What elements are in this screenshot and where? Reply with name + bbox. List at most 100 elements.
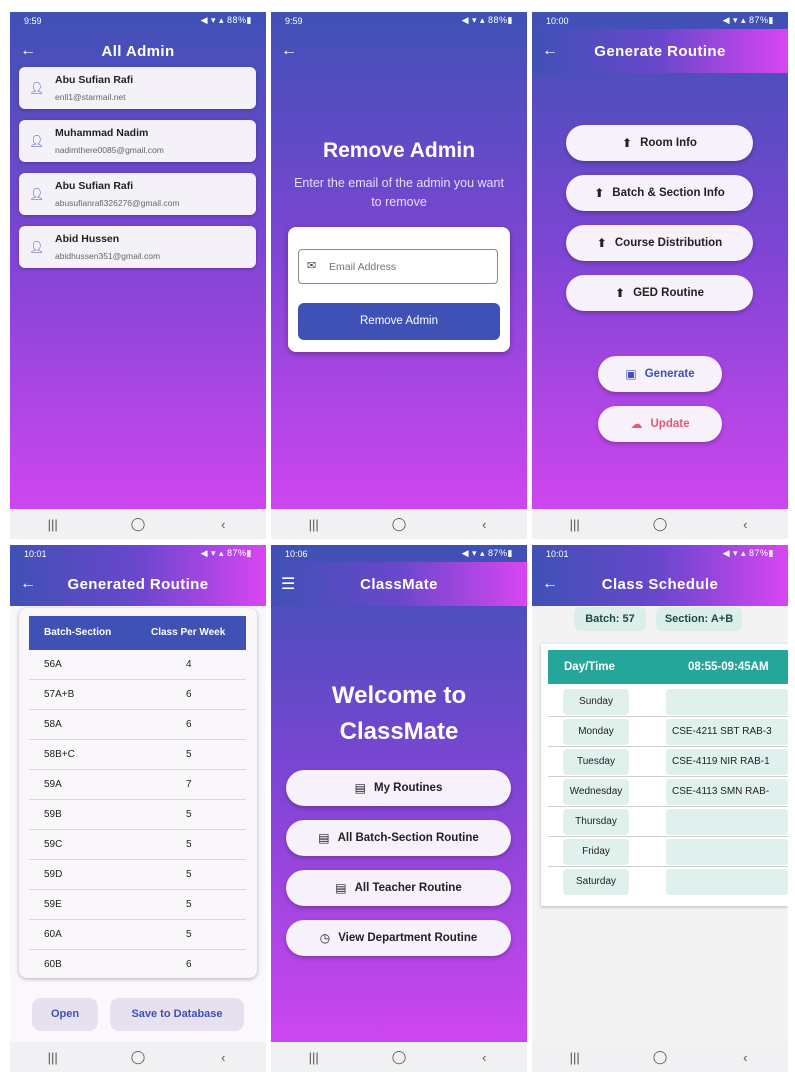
- schedule-row: Sunday: [548, 687, 788, 717]
- person-icon: 👤︎: [29, 134, 45, 148]
- class-slot[interactable]: [666, 839, 788, 865]
- status-bar: 10:06 ◀ ▾ ▴ 87%▮: [271, 545, 527, 562]
- upload-icon: ⬆: [594, 186, 605, 200]
- menu-icon[interactable]: ☰: [281, 574, 295, 594]
- cell-batch-section: 58A: [44, 719, 62, 730]
- cell-batch-section: 59E: [44, 899, 62, 910]
- admin-name: Abu Sufian Rafi: [55, 180, 134, 192]
- status-bar: 10:00 ◀ ▾ ▴ 87%▮: [532, 12, 788, 29]
- remove-admin-card: ✉ Remove Admin: [288, 227, 510, 352]
- cell-class-per-week: 7: [186, 779, 192, 790]
- list-icon: ▤: [318, 831, 330, 845]
- button-label: All Teacher Routine: [354, 882, 462, 894]
- admin-name: Muhammad Nadim: [55, 127, 149, 139]
- page-title: Generate Routine: [594, 42, 726, 60]
- page-title: ClassMate: [360, 575, 438, 593]
- back-arrow-icon[interactable]: ←: [20, 575, 36, 593]
- home-button[interactable]: ◯: [379, 1049, 419, 1065]
- status-time: 9:59: [285, 15, 303, 26]
- home-button[interactable]: ◯: [379, 516, 419, 532]
- cell-batch-section: 59C: [44, 839, 63, 850]
- status-bar: 10:01 ◀ ▾ ▴ 87%▮: [532, 545, 788, 562]
- ged-routine-upload-button[interactable]: ⬆ GED Routine: [566, 275, 753, 311]
- home-button[interactable]: ◯: [118, 516, 158, 532]
- table-header: Batch-Section Class Per Week: [29, 616, 246, 650]
- page-title: Generated Routine: [67, 575, 209, 593]
- class-slot[interactable]: CSE-4113 SMN RAB-: [666, 779, 788, 805]
- page-title: Class Schedule: [601, 575, 719, 593]
- person-icon: 👤︎: [29, 240, 45, 254]
- admin-email: abidhussen351@gmail.com: [55, 251, 161, 261]
- save-to-database-button[interactable]: Save to Database: [110, 998, 244, 1031]
- admin-list-item[interactable]: 👤︎ Abu Sufian Rafi abusufianrafi326276@g…: [19, 173, 256, 215]
- screen-generated-routine: 10:01 ◀ ▾ ▴ 87%▮ ← Generated Routine Bat…: [10, 545, 266, 1072]
- system-nav-bar: ||| ◯ ‹: [532, 1042, 788, 1072]
- all-teacher-routine-button[interactable]: ▤ All Teacher Routine: [286, 870, 511, 906]
- update-button[interactable]: ☁ Update: [598, 406, 722, 442]
- batch-section-upload-button[interactable]: ⬆ Batch & Section Info: [566, 175, 753, 211]
- app-bar: ☰ ClassMate: [271, 562, 527, 606]
- class-slot[interactable]: [666, 689, 788, 715]
- recents-button[interactable]: |||: [555, 517, 595, 532]
- course-distribution-upload-button[interactable]: ⬆ Course Distribution: [566, 225, 753, 261]
- email-input[interactable]: [327, 256, 491, 278]
- admin-email: abusufianrafi326276@gmail.com: [55, 198, 180, 208]
- back-arrow-icon[interactable]: ←: [20, 42, 36, 60]
- class-slot[interactable]: [666, 809, 788, 835]
- app-bar: ←: [271, 29, 527, 73]
- home-button[interactable]: ◯: [118, 1049, 158, 1065]
- screen-generate-routine: 10:00 ◀ ▾ ▴ 87%▮ ← Generate Routine ⬆ Roo…: [532, 12, 788, 539]
- table-row: 59B 5: [29, 800, 246, 830]
- back-button[interactable]: ‹: [203, 1050, 243, 1065]
- welcome-line-2: ClassMate: [339, 718, 459, 745]
- table-row: 57A+B 6: [29, 680, 246, 710]
- section-chip: Section: A+B: [656, 607, 742, 631]
- admin-list-item[interactable]: 👤︎ Abu Sufian Rafi enll1@starmail.net: [19, 67, 256, 109]
- app-bar: ← Class Schedule: [532, 562, 788, 606]
- home-button[interactable]: ◯: [640, 1049, 680, 1065]
- admin-list-item[interactable]: 👤︎ Muhammad Nadim nadimthere0085@gmail.c…: [19, 120, 256, 162]
- day-label: Thursday: [563, 809, 629, 835]
- status-icons: ◀ ▾ ▴ 87%▮: [461, 548, 513, 558]
- upload-icon: ⬆: [622, 136, 633, 150]
- back-button[interactable]: ‹: [725, 517, 765, 532]
- admin-list-item[interactable]: 👤︎ Abid Hussen abidhussen351@gmail.com: [19, 226, 256, 268]
- my-routines-button[interactable]: ▤ My Routines: [286, 770, 511, 806]
- remove-admin-heading: Remove Admin: [322, 139, 476, 162]
- admin-name: Abu Sufian Rafi: [55, 74, 134, 86]
- cell-batch-section: 57A+B: [44, 689, 75, 700]
- recents-button[interactable]: |||: [33, 1050, 73, 1065]
- cell-class-per-week: 5: [186, 749, 192, 760]
- status-icons: ◀ ▾ ▴ 87%▮: [722, 548, 774, 558]
- class-slot[interactable]: [666, 869, 788, 895]
- all-batch-section-routine-button[interactable]: ▤ All Batch-Section Routine: [286, 820, 511, 856]
- recents-button[interactable]: |||: [555, 1050, 595, 1065]
- room-info-upload-button[interactable]: ⬆ Room Info: [566, 125, 753, 161]
- back-button[interactable]: ‹: [203, 517, 243, 532]
- remove-admin-subtitle: Enter the email of the admin you want to…: [294, 176, 504, 209]
- home-button[interactable]: ◯: [640, 516, 680, 532]
- email-field[interactable]: ✉: [298, 249, 498, 284]
- day-label: Sunday: [563, 689, 629, 715]
- class-slot[interactable]: CSE-4211 SBT RAB-3: [666, 719, 788, 745]
- back-button[interactable]: ‹: [725, 1050, 765, 1065]
- remove-admin-button[interactable]: Remove Admin: [298, 303, 500, 340]
- back-button[interactable]: ‹: [464, 1050, 504, 1065]
- status-bar: 9:59 ◀ ▾ ▴ 88%▮: [271, 12, 527, 29]
- back-arrow-icon[interactable]: ←: [542, 42, 558, 60]
- schedule-row: Friday: [548, 837, 788, 867]
- recents-button[interactable]: |||: [294, 1050, 334, 1065]
- status-time: 10:06: [285, 548, 308, 559]
- back-arrow-icon[interactable]: ←: [542, 575, 558, 593]
- back-button[interactable]: ‹: [464, 517, 504, 532]
- class-slot[interactable]: CSE-4119 NIR RAB-1: [666, 749, 788, 775]
- view-department-routine-button[interactable]: ◷ View Department Routine: [286, 920, 511, 956]
- button-label: My Routines: [373, 782, 443, 794]
- open-button[interactable]: Open: [32, 998, 98, 1031]
- generate-button[interactable]: ▣ Generate: [598, 356, 722, 392]
- back-arrow-icon[interactable]: ←: [281, 42, 297, 60]
- schedule-row: Saturday: [548, 867, 788, 896]
- recents-button[interactable]: |||: [294, 517, 334, 532]
- recents-button[interactable]: |||: [33, 517, 73, 532]
- day-label: Friday: [563, 839, 629, 865]
